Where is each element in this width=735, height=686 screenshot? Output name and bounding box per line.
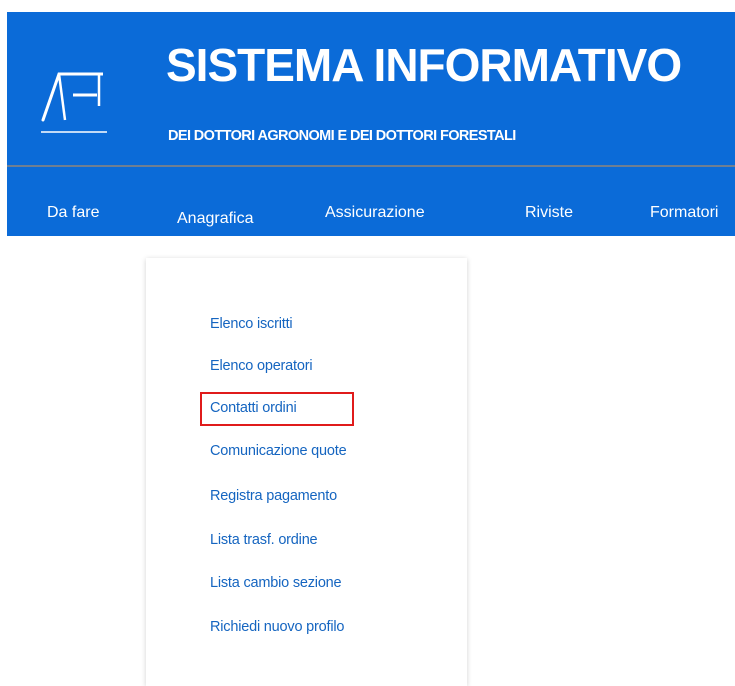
nav-item-riviste[interactable]: Riviste [525, 204, 573, 222]
page: SISTEMA INFORMATIVO DEI DOTTORI AGRONOMI… [0, 0, 735, 686]
nav-item-da-fare[interactable]: Da fare [47, 204, 99, 222]
menu-item-lista-trasf-ordine[interactable]: Lista trasf. ordine [210, 532, 318, 548]
nav-item-anagrafica[interactable]: Anagrafica [177, 210, 254, 228]
site-header: SISTEMA INFORMATIVO DEI DOTTORI AGRONOMI… [7, 12, 735, 236]
menu-item-contatti-ordini[interactable]: Contatti ordini [210, 400, 297, 416]
af-logo-icon [41, 72, 107, 133]
main-nav: Da fare Anagrafica Assicurazione Riviste… [7, 167, 735, 236]
nav-item-formatori[interactable]: Formatori [650, 204, 718, 222]
site-title: SISTEMA INFORMATIVO [166, 39, 682, 91]
menu-item-richiedi-nuovo-profilo[interactable]: Richiedi nuovo profilo [210, 619, 344, 635]
menu-item-elenco-operatori[interactable]: Elenco operatori [210, 358, 313, 374]
menu-item-comunicazione-quote[interactable]: Comunicazione quote [210, 443, 347, 459]
menu-item-lista-cambio-sezione[interactable]: Lista cambio sezione [210, 575, 342, 591]
menu-item-registra-pagamento[interactable]: Registra pagamento [210, 488, 337, 504]
site-subtitle: DEI DOTTORI AGRONOMI E DEI DOTTORI FORES… [168, 128, 516, 144]
nav-item-assicurazione[interactable]: Assicurazione [325, 204, 425, 222]
menu-item-elenco-iscritti[interactable]: Elenco iscritti [210, 316, 293, 332]
anagrafica-dropdown-menu: Elenco iscritti Elenco operatori Contatt… [146, 258, 467, 686]
